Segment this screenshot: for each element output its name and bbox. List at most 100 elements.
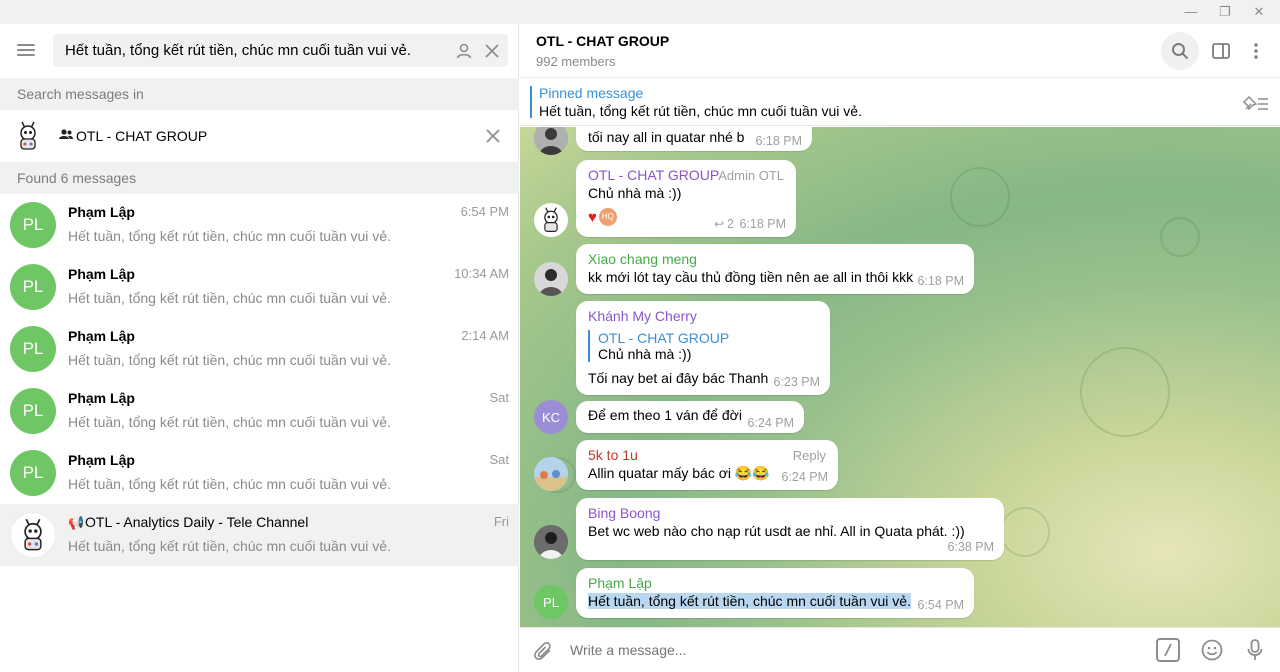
more-options-icon[interactable] [1244,38,1268,64]
chat-filter-chip[interactable]: OTL - CHAT GROUP [0,110,519,162]
message-bubble[interactable]: Phạm Lập Hết tuần, tổng kết rút tiền, ch… [576,568,974,618]
result-time: Sat [489,390,509,405]
message-sender[interactable]: Khánh My Cherry [588,308,818,324]
search-result-item[interactable]: PL Phạm Lập 6:54 PM Hết tuần, tổng kết r… [0,194,519,256]
message-sender[interactable]: Bing Boong [588,505,992,521]
pinned-message-bar[interactable]: Pinned message Hết tuần, tổng kết rút ti… [520,78,1280,126]
avatar[interactable] [534,457,568,491]
search-box [53,34,508,67]
sidebar-panel: Search messages in OTL - CHAT GROUP Foun… [0,24,519,672]
window-titlebar: — ❐ ✕ [0,0,1280,24]
search-result-item[interactable]: PL Phạm Lập 10:34 AM Hết tuần, tổng kết … [0,256,519,318]
hamburger-menu-icon[interactable] [12,38,42,62]
found-count-label: Found 6 messages [0,162,519,194]
message-bubble[interactable]: OTL - CHAT GROUP Admin OTL Chủ nhà mà :)… [576,160,796,237]
avatar: PL [10,202,56,248]
search-match-highlight: Hết tuần, tổng kết rút tiền, chúc mn cuố… [588,593,911,609]
search-result-item[interactable]: PL Phạm Lập 2:14 AM Hết tuần, tổng kết r… [0,318,519,380]
restore-button[interactable]: ❐ [1208,0,1242,24]
close-window-button[interactable]: ✕ [1242,0,1276,24]
message-sender[interactable]: Xiao chang meng [588,251,962,267]
avatar[interactable] [534,525,568,559]
search-result-item[interactable]: PL Phạm Lập Sat Hết tuần, tổng kết rút t… [0,442,519,504]
user-filter-icon[interactable] [453,40,475,62]
attach-icon[interactable] [530,638,558,666]
message-text: Chủ nhà mà :)) [588,185,682,201]
group-icon [58,127,74,143]
reply-label[interactable]: Reply [793,448,826,463]
reactor-avatar: HQ [598,208,617,226]
message-bubble[interactable]: Bing Boong Bet wc web nào cho nạp rút us… [576,498,1004,560]
search-icon[interactable] [1161,32,1199,70]
message-time: 6:18 PM [739,217,786,231]
chat-panel: OTL - CHAT GROUP 992 members Pinned mess… [520,24,1280,672]
result-sender: Phạm Lập [68,390,135,406]
microphone-icon[interactable] [1242,637,1268,663]
result-snippet: Hết tuần, tổng kết rút tiền, chúc mn cuố… [68,290,391,306]
clear-search-icon[interactable] [481,40,503,62]
message-time: 6:24 PM [747,416,794,430]
result-sender: Phạm Lập [68,328,135,344]
result-time: 6:54 PM [460,204,509,219]
search-result-item-selected[interactable]: 📢 OTL - Analytics Daily - Tele Channel F… [0,504,519,566]
message-composer [520,627,1280,672]
member-count: 992 members [536,54,616,69]
result-sender: OTL - Analytics Daily - Tele Channel [85,514,309,530]
avatar[interactable] [534,262,568,296]
pinned-text: Hết tuần, tổng kết rút tiền, chúc mn cuố… [539,103,862,119]
message-bubble[interactable]: Xiao chang meng kk mới lót tay cầu thủ đ… [576,244,974,294]
message-sender[interactable]: Phạm Lập [588,575,962,591]
reply-count: 2 [727,217,734,231]
avatar[interactable]: PL [534,585,568,619]
pinned-accent-bar [530,86,532,118]
search-input[interactable] [65,34,445,67]
message-time: 6:18 PM [755,134,802,148]
message-bubble[interactable]: Để em theo 1 ván để đời 6:24 PM [576,401,804,433]
minimize-button[interactable]: — [1174,0,1208,24]
pinned-label: Pinned message [539,85,644,101]
background-doodle [1080,347,1170,437]
quoted-reply[interactable]: OTL - CHAT GROUP Chủ nhà mà :)) [588,330,818,362]
message-bubble[interactable]: 5k to 1u Reply Allin quatar mấy bác ơi 😂… [576,440,838,490]
reply-arrow-icon[interactable]: ↩ [714,217,724,231]
chat-header: OTL - CHAT GROUP 992 members [520,24,1280,78]
megaphone-icon: 📢 [68,515,85,530]
result-sender: Phạm Lập [68,204,135,220]
chat-title[interactable]: OTL - CHAT GROUP [536,33,669,49]
otl-logo-avatar[interactable] [534,203,568,237]
result-snippet: Hết tuần, tổng kết rút tiền, chúc mn cuố… [68,476,391,492]
bot-commands-icon[interactable] [1156,638,1180,662]
admin-badge: Admin OTL [718,168,784,183]
result-time: Fri [493,514,509,529]
message-bubble[interactable]: Khánh My Cherry OTL - CHAT GROUP Chủ nhà… [576,301,830,395]
message-sender[interactable]: 5k to 1u [588,447,826,463]
emoji-icon[interactable] [1199,637,1225,663]
avatar: PL [10,388,56,434]
message-bubble[interactable]: tối nay all in quatar nhé b 6:18 PM [576,127,812,151]
heart-icon: ♥ [588,208,597,226]
result-snippet: Hết tuần, tổng kết rút tiền, chúc mn cuố… [68,352,391,368]
message-text: Hết tuần, tổng kết rút tiền, chúc mn cuố… [588,593,962,609]
otl-logo-avatar [10,512,56,558]
avatar[interactable] [534,127,568,155]
background-doodle [950,167,1010,227]
result-snippet: Hết tuần, tổng kết rút tiền, chúc mn cuố… [68,414,391,430]
sidebar-toggle-icon[interactable] [1208,38,1234,64]
result-time: Sat [489,452,509,467]
message-time: 6:18 PM [917,274,964,288]
search-result-item[interactable]: PL Phạm Lập Sat Hết tuần, tổng kết rút t… [0,380,519,442]
avatar: PL [10,326,56,372]
quoted-sender: OTL - CHAT GROUP [598,330,730,346]
chat-filter-name: OTL - CHAT GROUP [76,128,208,144]
message-input[interactable] [570,634,1130,666]
pin-list-icon[interactable] [1240,92,1270,114]
avatar: PL [10,450,56,496]
result-sender: Phạm Lập [68,452,135,468]
background-doodle [1000,507,1050,557]
background-doodle [1160,217,1200,257]
reaction[interactable]: ♥ HQ [588,208,617,226]
remove-filter-icon[interactable] [482,125,504,147]
result-sender: Phạm Lập [68,266,135,282]
avatar[interactable]: KC [534,400,568,434]
message-list[interactable]: tối nay all in quatar nhé b 6:18 PM OTL … [520,127,1280,627]
